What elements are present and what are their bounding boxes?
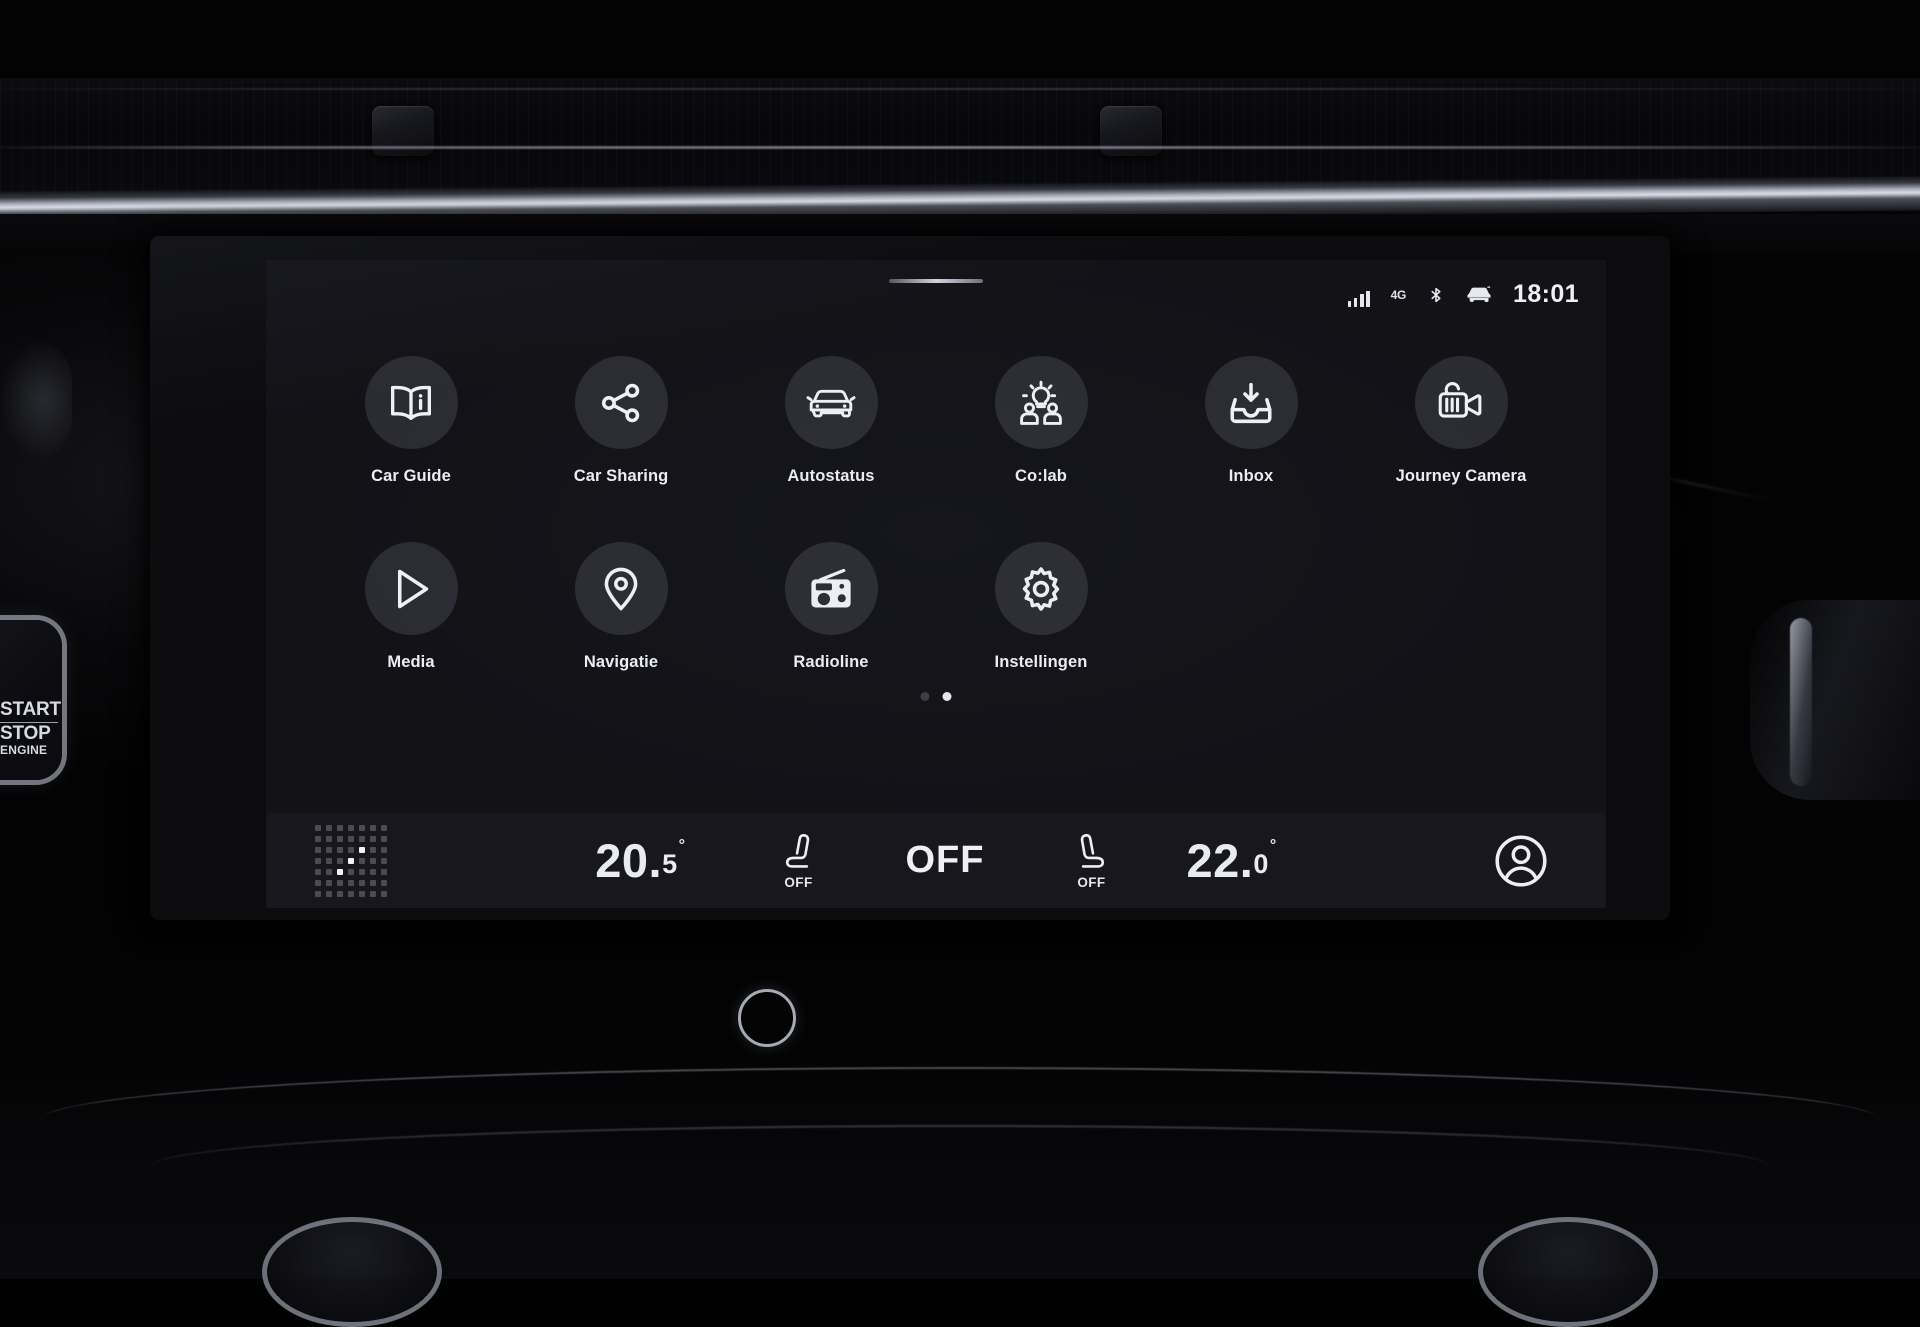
app-tile-media[interactable]: Media (306, 542, 516, 672)
app-label: Co:lab (1015, 467, 1067, 486)
app-label: Media (387, 653, 434, 672)
book-info-icon[interactable] (365, 356, 458, 449)
passenger-heated-seat-button[interactable]: OFF (1074, 831, 1108, 890)
climate-control-bar: 20 . 5 ° OFF (266, 813, 1606, 908)
app-label: Instellingen (995, 653, 1088, 672)
app-tile-autostatus[interactable]: Autostatus (726, 356, 936, 486)
app-label: Inbox (1229, 467, 1274, 486)
app-tile-radioline[interactable]: Radioline (726, 542, 936, 672)
page-dot-1[interactable] (921, 692, 930, 701)
bluetooth-icon (1427, 283, 1445, 307)
stop-text: STOP (0, 724, 64, 745)
app-grid: Car Guide Car (266, 356, 1606, 672)
console-round-vent-right (1478, 1217, 1658, 1327)
passenger-temp-separator: . (1240, 833, 1254, 888)
car-front-icon[interactable] (785, 356, 878, 449)
user-profile-button[interactable] (1436, 833, 1606, 889)
inbox-download-icon[interactable] (1205, 356, 1298, 449)
start-text: START (0, 700, 64, 721)
fan-status-button[interactable]: OFF (906, 839, 985, 882)
play-triangle-icon[interactable] (365, 542, 458, 635)
gear-icon[interactable] (995, 542, 1088, 635)
vent-lower-rail (0, 146, 1920, 149)
share-nodes-icon[interactable] (575, 356, 668, 449)
dashboard-background: START STOP ENGINE 4G (0, 0, 1920, 1279)
passenger-seat-status: OFF (1077, 875, 1105, 890)
steering-column-trim (0, 340, 72, 460)
infotainment-screen-bezel: 4G 18:01 (150, 236, 1670, 920)
app-launcher-dot-grid-icon (315, 825, 387, 897)
app-label: Journey Camera (1396, 467, 1527, 486)
app-tile-instellingen[interactable]: Instellingen (936, 542, 1146, 672)
driver-temp-fraction: 5 (662, 849, 678, 880)
app-tile-navigatie[interactable]: Navigatie (516, 542, 726, 672)
engine-text: ENGINE (0, 744, 64, 757)
infotainment-screen[interactable]: 4G 18:01 (266, 260, 1606, 908)
page-indicator (921, 692, 952, 701)
video-camera-icon[interactable] (1415, 356, 1508, 449)
climate-center-group: 20 . 5 ° OFF (436, 831, 1436, 890)
passenger-vent-chrome (1790, 618, 1812, 786)
car-status-icon (1466, 283, 1492, 307)
driver-temperature-value[interactable]: 20 . 5 ° (595, 833, 685, 888)
app-label: Autostatus (787, 467, 874, 486)
heated-seat-right-icon (1074, 831, 1108, 873)
console-round-vent-left (262, 1217, 442, 1327)
driver-temp-degree: ° (679, 837, 686, 855)
lightbulb-people-icon[interactable] (995, 356, 1088, 449)
app-tile-car-sharing[interactable]: Car Sharing (516, 356, 726, 486)
heated-seat-left-icon (782, 831, 816, 873)
passenger-air-vent (1750, 600, 1920, 800)
user-profile-icon (1493, 833, 1549, 889)
signal-bars-icon (1348, 283, 1370, 307)
app-tile-journey-camera[interactable]: Journey Camera (1356, 356, 1566, 486)
app-label: Car Sharing (574, 467, 669, 486)
driver-heated-seat-button[interactable]: OFF (782, 831, 816, 890)
home-screen-area: 4G 18:01 (266, 260, 1606, 813)
pull-down-handle[interactable] (889, 279, 983, 283)
app-launcher-button[interactable] (266, 825, 436, 897)
driver-temp-whole: 20 (595, 833, 648, 888)
console-chrome-button[interactable] (738, 989, 796, 1047)
app-label: Navigatie (584, 653, 658, 672)
driver-seat-status: OFF (784, 875, 812, 890)
passenger-temp-fraction: 0 (1253, 849, 1269, 880)
app-label: Radioline (793, 653, 868, 672)
start-stop-engine-label: START STOP ENGINE (0, 700, 64, 757)
clock: 18:01 (1513, 280, 1579, 309)
app-tile-colab[interactable]: Co:lab (936, 356, 1146, 486)
location-pin-icon[interactable] (575, 542, 668, 635)
app-label: Car Guide (371, 467, 451, 486)
page-dot-2[interactable] (943, 692, 952, 701)
passenger-temp-degree: ° (1270, 837, 1277, 855)
app-tile-car-guide[interactable]: Car Guide (306, 356, 516, 486)
passenger-temperature-value[interactable]: 22 . 0 ° (1186, 833, 1276, 888)
driver-temp-separator: . (649, 833, 663, 888)
app-tile-inbox[interactable]: Inbox (1146, 356, 1356, 486)
radio-icon[interactable] (785, 542, 878, 635)
vent-upper-rail (0, 88, 1920, 90)
passenger-temp-whole: 22 (1186, 833, 1239, 888)
network-type-label: 4G (1391, 288, 1406, 302)
status-bar: 4G 18:01 (1348, 280, 1579, 309)
